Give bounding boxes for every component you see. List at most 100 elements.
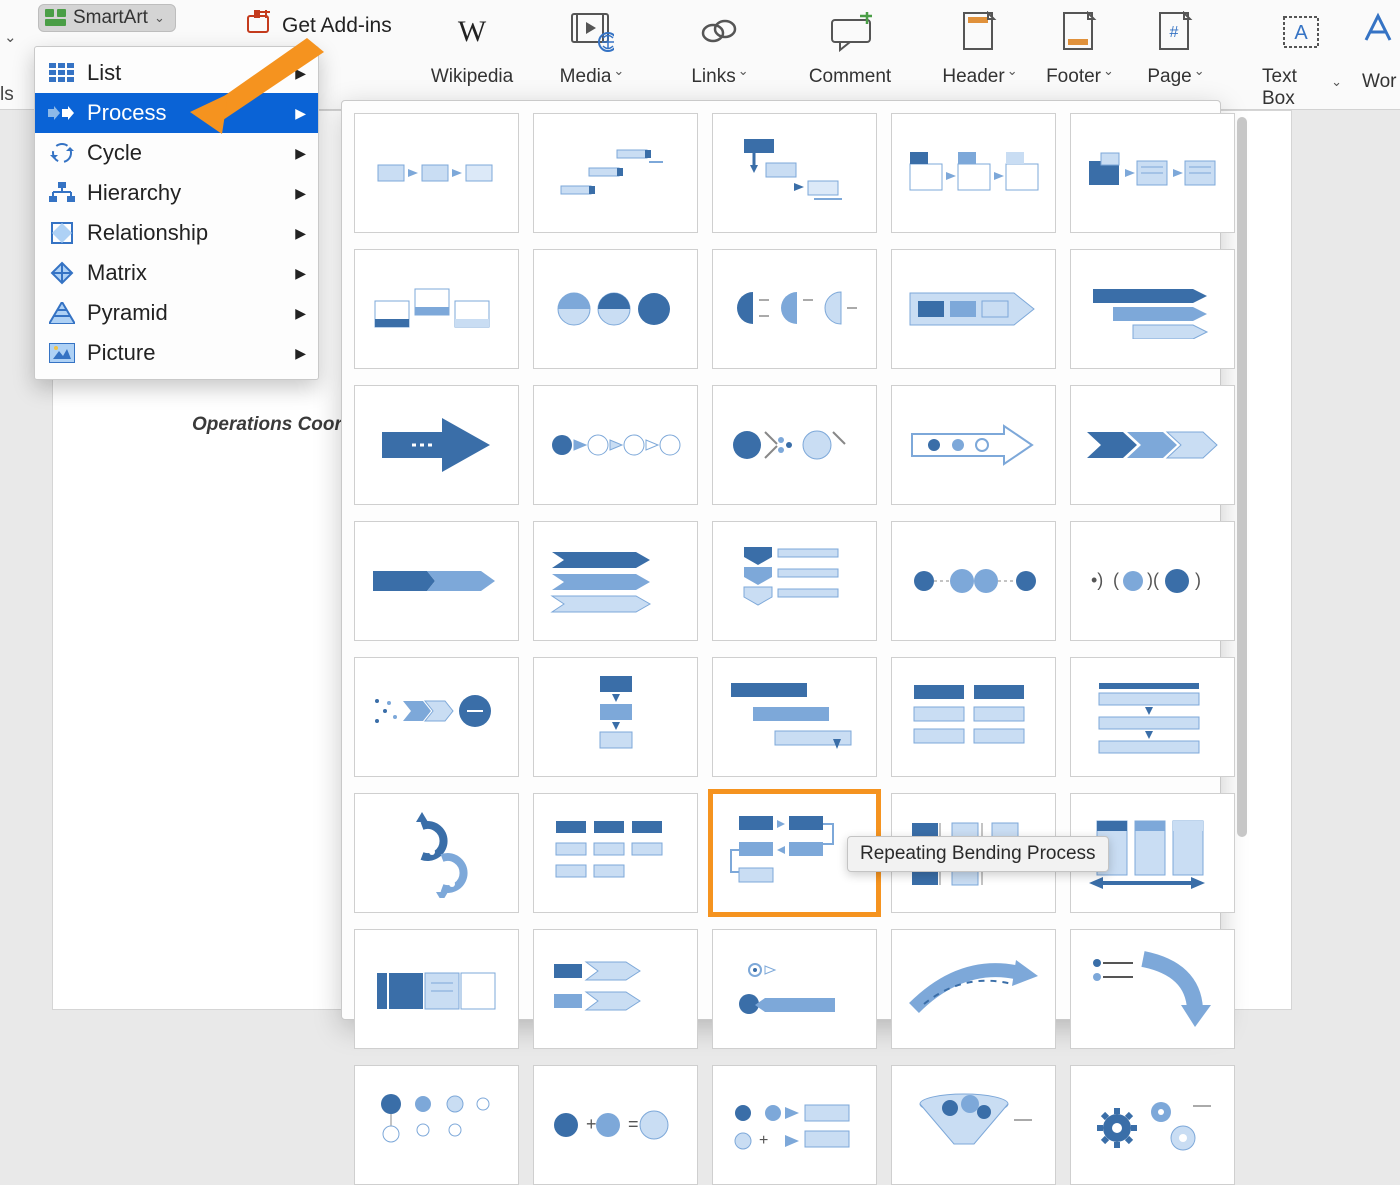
addins-icon — [246, 10, 274, 41]
text-box-button[interactable]: A Text Box⌄ — [1262, 10, 1342, 110]
category-label: Cycle — [87, 140, 142, 166]
svg-text:•): •) — [1091, 570, 1103, 590]
category-pyramid[interactable]: Pyramid ▶ — [35, 293, 318, 333]
svg-text:+: + — [586, 1114, 597, 1134]
media-label: Media — [560, 66, 612, 88]
process-tile-bracket-circles[interactable]: •)()() — [1070, 521, 1235, 641]
category-label: Hierarchy — [87, 180, 181, 206]
media-button[interactable]: Media⌄ — [552, 10, 632, 88]
category-label: Matrix — [87, 260, 147, 286]
links-icon — [698, 10, 742, 54]
process-tile-split-arrow[interactable] — [354, 521, 519, 641]
svg-text:#: # — [1170, 24, 1179, 41]
process-gallery-panel: •)()() — [341, 100, 1221, 1020]
wordart-button-partial[interactable]: Wor — [1362, 10, 1398, 93]
process-icon — [47, 106, 77, 120]
smartart-dropdown-button[interactable]: SmartArt ⌄ — [38, 4, 176, 32]
wordart-label-partial: Wor — [1362, 71, 1398, 93]
process-tile-converge-circle[interactable] — [354, 657, 519, 777]
links-button[interactable]: Links⌄ — [680, 10, 760, 88]
submenu-arrow-icon: ▶ — [295, 145, 306, 162]
smartart-category-menu: List ▶ Process ▶ Cycle ▶ Hierarchy ▶ Rel… — [34, 46, 319, 380]
text-box-icon: A — [1280, 10, 1324, 54]
hierarchy-icon — [47, 182, 77, 204]
submenu-arrow-icon: ▶ — [295, 265, 306, 282]
process-tile-branching-circles[interactable] — [354, 1065, 519, 1185]
process-tile-vertical-chevron[interactable] — [712, 521, 877, 641]
process-tile-downward-stack[interactable] — [1070, 657, 1235, 777]
process-tile-chevron[interactable] — [1070, 385, 1235, 505]
footer-button[interactable]: Footer⌄ — [1040, 10, 1120, 88]
process-tile-tabbed-boxes[interactable] — [354, 929, 519, 1049]
category-hierarchy[interactable]: Hierarchy ▶ — [35, 173, 318, 213]
process-tile-dotted-arrow[interactable] — [891, 385, 1056, 505]
links-label: Links — [691, 66, 735, 88]
process-tile-continuous-block[interactable] — [354, 249, 519, 369]
ribbon-left-dropdown-caret[interactable]: ⌄ — [4, 28, 17, 46]
chevron-down-icon: ⌄ — [1194, 63, 1205, 79]
category-matrix[interactable]: Matrix ▶ — [35, 253, 318, 293]
svg-text:+: + — [759, 1132, 768, 1149]
wordart-icon — [1362, 10, 1398, 50]
process-tile-double-chevron[interactable] — [533, 929, 698, 1049]
process-tile-circular-bend[interactable] — [354, 793, 519, 913]
category-picture[interactable]: Picture ▶ — [35, 333, 318, 373]
footer-label: Footer — [1046, 66, 1101, 88]
submenu-arrow-icon: ▶ — [295, 345, 306, 362]
process-tile-equation[interactable]: += — [533, 1065, 698, 1185]
scrollbar-thumb[interactable] — [1237, 117, 1247, 837]
get-addins-button[interactable]: Get Add-ins — [246, 10, 392, 41]
process-tile-circle-to-bar[interactable] — [712, 929, 877, 1049]
process-tile-gears[interactable] — [1070, 1065, 1235, 1185]
category-label: Process — [87, 100, 166, 126]
page-label: Page — [1147, 66, 1191, 88]
picture-icon — [47, 343, 77, 363]
process-tile-stacked-arrows[interactable] — [1070, 249, 1235, 369]
process-tile-swoosh-arrow[interactable] — [891, 929, 1056, 1049]
process-tile-chevron-list[interactable] — [533, 521, 698, 641]
process-tile-descending[interactable] — [712, 113, 877, 233]
category-label: Picture — [87, 340, 155, 366]
smartart-icon — [45, 9, 67, 27]
chevron-down-icon: ⌄ — [1331, 74, 1342, 90]
matrix-icon — [47, 261, 77, 285]
wikipedia-button[interactable]: W Wikipedia — [432, 10, 512, 88]
process-tile-picture-accent[interactable] — [891, 113, 1056, 233]
process-tile-arrow-strip[interactable] — [891, 249, 1056, 369]
page-number-button[interactable]: # Page⌄ — [1136, 10, 1216, 88]
category-list[interactable]: List ▶ — [35, 53, 318, 93]
submenu-arrow-icon: ▶ — [295, 225, 306, 242]
comment-button[interactable]: Comment — [800, 10, 900, 88]
category-process[interactable]: Process ▶ — [35, 93, 318, 133]
process-tile-step-up[interactable] — [533, 113, 698, 233]
process-tile-funnel[interactable] — [891, 1065, 1056, 1185]
process-tile-down-swoosh[interactable] — [1070, 929, 1235, 1049]
process-tile-grid-boxes[interactable] — [891, 657, 1056, 777]
process-tile-alternating-flow[interactable] — [1070, 113, 1235, 233]
chevron-down-icon: ⌄ — [1007, 63, 1018, 79]
header-button[interactable]: Header⌄ — [940, 10, 1020, 88]
comment-icon — [828, 10, 872, 54]
category-cycle[interactable]: Cycle ▶ — [35, 133, 318, 173]
header-icon — [958, 10, 1002, 54]
process-tile-basic[interactable] — [354, 113, 519, 233]
header-label: Header — [942, 66, 1004, 88]
chevron-down-icon: ⌄ — [154, 10, 165, 26]
process-tile-pie-process[interactable] — [712, 249, 877, 369]
process-tile-linked-circles[interactable] — [891, 521, 1056, 641]
process-tile-segmented-process[interactable] — [533, 793, 698, 913]
wikipedia-label: Wikipedia — [431, 66, 513, 88]
submenu-arrow-icon: ▶ — [295, 305, 306, 322]
process-tile-big-arrow[interactable] — [354, 385, 519, 505]
category-label: Relationship — [87, 220, 208, 246]
process-tile-circle-process[interactable] — [533, 249, 698, 369]
tile-tooltip: Repeating Bending Process — [847, 836, 1109, 872]
process-tile-plus-flow[interactable]: + — [712, 1065, 877, 1185]
category-relationship[interactable]: Relationship ▶ — [35, 213, 318, 253]
process-tile-dots-circles[interactable] — [712, 385, 877, 505]
process-tile-vertical-flow[interactable] — [533, 657, 698, 777]
process-tile-circle-arrow-chain[interactable] — [533, 385, 698, 505]
textbox-label: Text Box — [1262, 66, 1329, 110]
process-tile-staggered[interactable] — [712, 657, 877, 777]
submenu-arrow-icon: ▶ — [295, 65, 306, 82]
